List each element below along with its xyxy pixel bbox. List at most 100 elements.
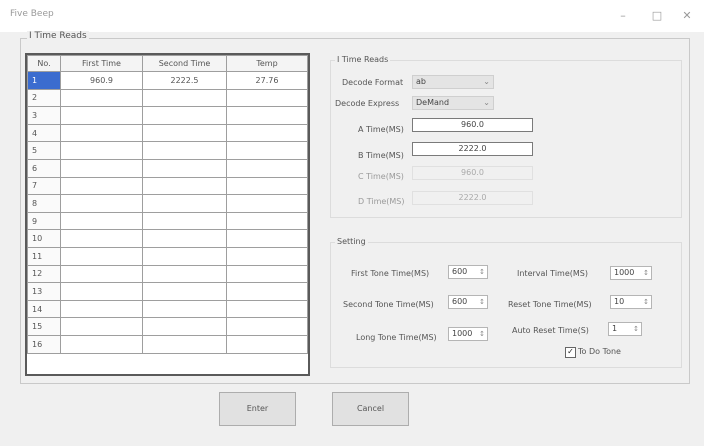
table-cell[interactable] xyxy=(226,299,308,319)
table-cell[interactable] xyxy=(142,334,227,354)
row-number-cell[interactable]: 2 xyxy=(27,88,61,108)
row-number-cell[interactable]: 8 xyxy=(27,194,61,213)
row-number-cell[interactable]: 16 xyxy=(27,334,61,354)
spin-arrows-icon[interactable]: ↕ xyxy=(479,266,485,278)
table-row[interactable]: 10 xyxy=(27,229,308,248)
table-cell[interactable] xyxy=(226,123,308,143)
row-number-cell[interactable]: 5 xyxy=(27,141,61,160)
table-cell[interactable] xyxy=(226,282,308,301)
table-cell[interactable] xyxy=(60,158,143,178)
table-cell[interactable]: 960.9 xyxy=(60,71,143,90)
row-number-cell[interactable]: 10 xyxy=(27,229,61,248)
row-number-cell[interactable]: 11 xyxy=(27,246,61,266)
close-icon[interactable]: ✕ xyxy=(676,6,698,26)
table-cell[interactable] xyxy=(60,176,143,196)
table-cell[interactable] xyxy=(60,229,143,248)
table-cell[interactable] xyxy=(60,194,143,213)
spin-arrows-icon[interactable]: ↕ xyxy=(479,296,485,308)
table-cell[interactable] xyxy=(226,334,308,354)
table-cell[interactable] xyxy=(226,88,308,108)
auto-reset-spinner[interactable]: 1 ↕ xyxy=(608,322,642,336)
table-row[interactable]: 15 xyxy=(27,317,308,336)
spin-arrows-icon[interactable]: ↕ xyxy=(479,328,485,340)
table-cell[interactable] xyxy=(142,88,227,108)
table-cell[interactable] xyxy=(60,246,143,266)
table-cell[interactable]: 2222.5 xyxy=(142,71,227,90)
row-number-cell[interactable]: 13 xyxy=(27,282,61,301)
b-time-input[interactable]: 2222.0 xyxy=(412,142,533,156)
table-cell[interactable] xyxy=(60,88,143,108)
interval-spinner[interactable]: 1000 ↕ xyxy=(610,266,652,280)
table-row[interactable]: 8 xyxy=(27,194,308,213)
table-cell[interactable] xyxy=(142,211,227,231)
data-grid[interactable]: No. First Time Second Time Temp 1 960.9 22… xyxy=(25,53,310,376)
table-cell[interactable] xyxy=(226,176,308,196)
col-header-temp[interactable]: Temp xyxy=(226,55,308,72)
table-cell[interactable]: 27.76 xyxy=(226,71,308,90)
reset-tone-spinner[interactable]: 10 ↕ xyxy=(610,295,652,309)
decode-format-select[interactable]: ab ⌄ xyxy=(412,75,494,89)
row-number-cell[interactable]: 15 xyxy=(27,317,61,336)
spin-arrows-icon[interactable]: ↕ xyxy=(643,296,649,308)
table-row[interactable]: 4 xyxy=(27,123,308,143)
table-cell[interactable] xyxy=(60,211,143,231)
table-cell[interactable] xyxy=(60,334,143,354)
row-number-cell[interactable]: 6 xyxy=(27,158,61,178)
col-header-first-time[interactable]: First Time xyxy=(60,55,143,72)
spin-arrows-icon[interactable]: ↕ xyxy=(633,323,639,335)
row-number-cell[interactable]: 14 xyxy=(27,299,61,319)
table-cell[interactable] xyxy=(142,282,227,301)
table-cell[interactable] xyxy=(142,264,227,284)
table-row[interactable]: 11 xyxy=(27,246,308,266)
table-cell[interactable] xyxy=(60,299,143,319)
cancel-button[interactable]: Cancel xyxy=(332,392,409,426)
row-number-cell[interactable]: 4 xyxy=(27,123,61,143)
table-cell[interactable] xyxy=(226,106,308,125)
table-cell[interactable] xyxy=(226,246,308,266)
minimize-icon[interactable]: – xyxy=(612,6,634,26)
table-cell[interactable] xyxy=(60,264,143,284)
table-row[interactable]: 13 xyxy=(27,282,308,301)
table-cell[interactable] xyxy=(142,229,227,248)
table-row[interactable]: 16 xyxy=(27,334,308,354)
decode-express-select[interactable]: DeMand ⌄ xyxy=(412,96,494,110)
table-cell[interactable] xyxy=(226,264,308,284)
col-header-no[interactable]: No. xyxy=(27,55,61,72)
table-cell[interactable] xyxy=(142,123,227,143)
first-tone-spinner[interactable]: 600 ↕ xyxy=(448,265,488,279)
maximize-icon[interactable]: □ xyxy=(646,6,668,26)
enter-button[interactable]: Enter xyxy=(219,392,296,426)
row-number-cell[interactable]: 1 xyxy=(27,71,61,90)
col-header-second-time[interactable]: Second Time xyxy=(142,55,227,72)
long-tone-spinner[interactable]: 1000 ↕ xyxy=(448,327,488,341)
row-number-cell[interactable]: 12 xyxy=(27,264,61,284)
table-cell[interactable] xyxy=(142,194,227,213)
table-cell[interactable] xyxy=(226,317,308,336)
table-row[interactable]: 3 xyxy=(27,106,308,125)
a-time-input[interactable]: 960.0 xyxy=(412,118,533,132)
table-cell[interactable] xyxy=(142,141,227,160)
table-row[interactable]: 6 xyxy=(27,158,308,178)
table-cell[interactable] xyxy=(142,176,227,196)
table-row[interactable]: 9 xyxy=(27,211,308,231)
table-row[interactable]: 1 960.9 2222.5 27.76 xyxy=(27,71,308,90)
table-cell[interactable] xyxy=(142,317,227,336)
table-cell[interactable] xyxy=(60,317,143,336)
table-cell[interactable] xyxy=(226,141,308,160)
table-cell[interactable] xyxy=(142,158,227,178)
table-row[interactable]: 12 xyxy=(27,264,308,284)
table-cell[interactable] xyxy=(226,229,308,248)
to-do-tone-checkbox[interactable]: ✓ xyxy=(565,347,576,358)
table-row[interactable]: 2 xyxy=(27,88,308,108)
table-cell[interactable] xyxy=(142,106,227,125)
table-row[interactable]: 7 xyxy=(27,176,308,196)
table-cell[interactable] xyxy=(226,194,308,213)
row-number-cell[interactable]: 7 xyxy=(27,176,61,196)
row-number-cell[interactable]: 9 xyxy=(27,211,61,231)
table-cell[interactable] xyxy=(60,123,143,143)
spin-arrows-icon[interactable]: ↕ xyxy=(643,267,649,279)
table-cell[interactable] xyxy=(142,246,227,266)
table-cell[interactable] xyxy=(226,211,308,231)
table-cell[interactable] xyxy=(142,299,227,319)
table-row[interactable]: 5 xyxy=(27,141,308,160)
